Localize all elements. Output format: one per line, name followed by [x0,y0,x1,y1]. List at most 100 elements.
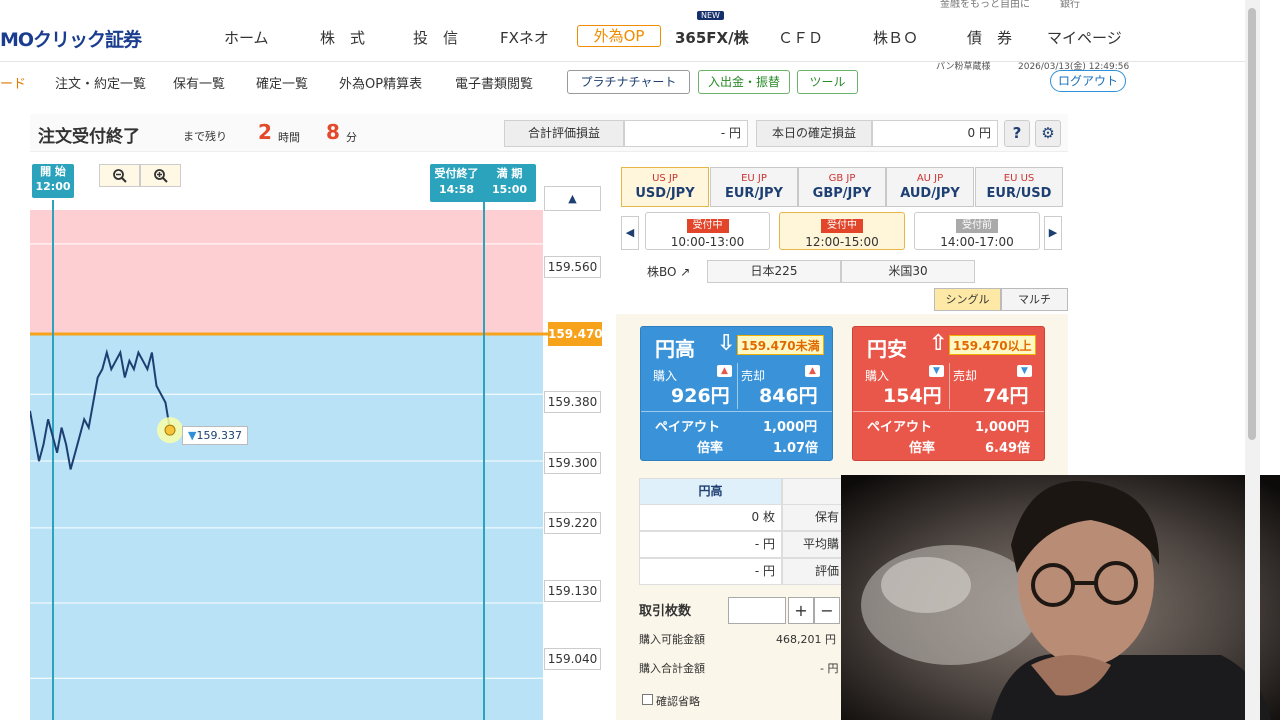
start-time: 12:00 [35,180,71,193]
total-purchase-value: - 円 [820,662,839,675]
today-pl-label: 本日の確定損益 [756,120,872,147]
y-axis-label: 159.560 [544,256,601,278]
nav-cfd[interactable]: ＣＦＤ [778,27,823,48]
subnav-settlement-table[interactable]: 外為OP精算表 [339,73,422,92]
tools-button[interactable]: ツール [797,70,858,94]
session-time: 12:00-15:00 [805,235,879,249]
y-axis-label: 159.220 [544,512,601,534]
buy-price[interactable]: 154円 [883,381,942,408]
in-the-money-zone [30,334,543,720]
session-prev-icon[interactable]: ◀ [621,216,639,250]
nav-365fx[interactable]: 365FX/株 [675,27,749,48]
session-time: 10:00-13:00 [670,235,745,249]
position-header: 円高 [639,478,782,505]
trade-qty-input[interactable] [728,597,786,624]
avg-price: - 円 [639,531,782,558]
low-card[interactable]: 円安 ⇧ 159.470以上 購入 ▼ 売却 ▼ 154円 74円 ペイアウト … [852,326,1045,461]
pair-label: USD/JPY [635,186,695,201]
subnav-trade[interactable]: ード [0,73,26,92]
today-pl-value: 0 円 [872,120,998,147]
avg-price-label: 平均購 [782,531,842,558]
platinum-chart-button[interactable]: プラチナチャート [567,70,690,94]
card-divider [949,363,950,409]
chart-scroll-up-icon[interactable]: ▲ [544,186,601,211]
pair-tab-eurjpy[interactable]: EU JP EUR/JPY [710,167,798,207]
help-icon[interactable]: ? [1004,120,1030,147]
scrollbar-thumb[interactable] [1248,8,1256,440]
sell-label: 売却 [953,369,978,383]
high-card[interactable]: 円高 ⇩ 159.470未満 購入 ▲ 売却 ▲ 926円 846円 ペイアウト… [640,326,833,461]
up-arrow-icon: ⇧ [929,331,948,356]
strike-price-tag[interactable]: 159.470 [548,322,603,346]
confirm-skip-checkbox[interactable] [642,694,653,705]
flag-icons: EU US [1003,173,1035,184]
nav-funds[interactable]: 投 信 [413,27,458,48]
down-arrow-icon: ⇩ [717,331,736,356]
remaining-hours: 2 [258,120,272,144]
flag-icons: EU JP [741,173,767,184]
pair-label: EUR/JPY [725,186,783,201]
nav-fxneo[interactable]: FXネオ [500,27,549,48]
subnav-settled[interactable]: 確定一覧 [256,73,308,92]
session-next-icon[interactable]: ▶ [1044,216,1062,250]
hours-unit: 時間 [278,131,300,144]
logout-button[interactable]: ログアウト [1050,70,1126,92]
us30-button[interactable]: 米国30 [841,260,975,283]
pair-tab-audjpy[interactable]: AU JP AUD/JPY [886,167,974,207]
current-price-bubble: ▼159.337 [182,426,248,445]
session-10-13[interactable]: 受付中 10:00-13:00 [645,212,770,250]
nav-mypage[interactable]: マイページ [1047,27,1122,48]
total-pl-value: - 円 [624,120,748,147]
expiry-time: 15:00 [491,183,527,196]
session-12-15[interactable]: 受付中 12:00-15:00 [779,212,905,250]
session-time: 14:00-17:00 [940,235,1014,249]
flag-icons: AU JP [916,173,944,184]
nikkei225-button[interactable]: 日本225 [707,260,841,283]
qty-plus-button[interactable]: + [788,597,814,624]
sell-price[interactable]: 74円 [983,381,1028,408]
zoom-in-icon[interactable] [140,164,181,187]
down-triangle-icon: ▼ [1017,365,1032,377]
nav-bonds[interactable]: 債 券 [967,27,1012,48]
subnav-documents[interactable]: 電子書類閲覧 [455,73,533,92]
pair-tab-gbpjpy[interactable]: GB JP GBP/JPY [798,167,886,207]
ratio-label: 倍率 [909,441,936,456]
card-condition: 159.470以上 [949,335,1036,355]
payout-label: ペイアウト [867,420,933,435]
pair-tab-eurusd[interactable]: EU US EUR/USD [975,167,1063,207]
remaining-minutes: 8 [326,120,340,144]
stock-bo-link[interactable]: 株BO ↗ [647,263,690,280]
webcam-image [841,475,1280,720]
zoom-out-icon[interactable] [99,164,140,187]
sell-price[interactable]: 846円 [759,381,818,408]
buy-price[interactable]: 926円 [671,381,730,408]
y-axis-label: 159.130 [544,580,601,602]
user-name: パン粉草蔵様 [936,62,991,72]
pair-label: AUD/JPY [900,186,960,201]
card-title: 円安 [867,337,907,361]
nav-home[interactable]: ホーム [224,27,269,48]
nav-stock-bo[interactable]: 株ＢＯ [873,27,918,48]
up-triangle-icon: ▲ [717,365,732,377]
card-divider [853,411,1044,412]
external-link-icon: ↗ [676,265,691,279]
subnav-orders[interactable]: 注文・約定一覧 [55,73,146,92]
y-axis-label: 159.040 [544,648,601,670]
y-axis-label: 159.380 [544,391,601,413]
pair-tab-usdjpy[interactable]: US JP USD/JPY [621,167,709,207]
nav-fx-option[interactable]: 外為OP [577,25,661,47]
nav-stocks[interactable]: 株 式 [320,27,365,48]
start-label: 開 始 [40,165,66,178]
session-14-17[interactable]: 受付前 14:00-17:00 [914,212,1040,250]
session-status: 受付中 [821,219,863,233]
brand-logo[interactable]: MOクリック証券 [0,25,142,52]
deposit-button[interactable]: 入出金・振替 [698,70,790,94]
qty-minus-button[interactable]: − [814,597,840,624]
settings-gear-icon[interactable]: ⚙ [1035,120,1061,147]
single-mode-button[interactable]: シングル [934,288,1001,311]
ratio-value: 1.07倍 [773,441,819,456]
multi-mode-button[interactable]: マルチ [1001,288,1068,311]
current-price-dot [164,424,176,436]
position-header-blank [782,478,842,505]
subnav-holdings[interactable]: 保有一覧 [173,73,225,92]
